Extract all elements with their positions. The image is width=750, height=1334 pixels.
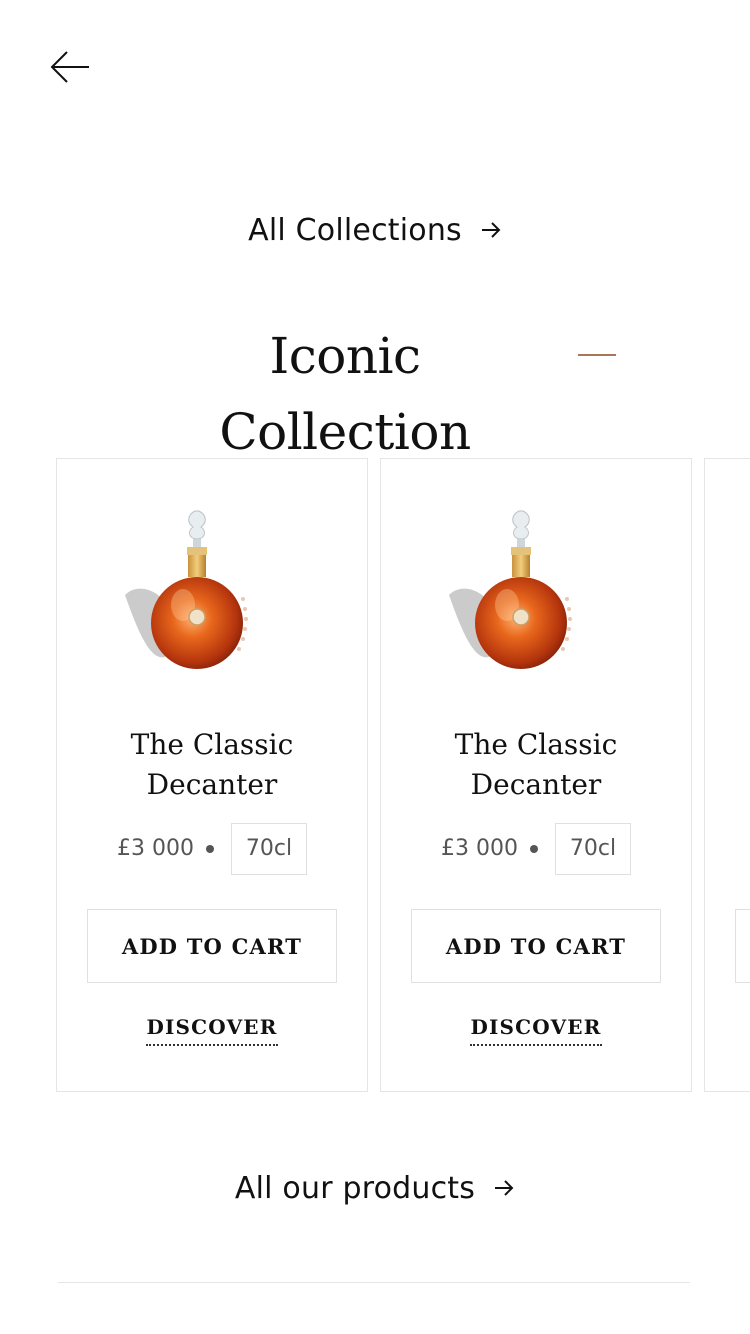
discover-link-wrap: DISCOVER bbox=[381, 1015, 691, 1046]
add-to-cart-button[interactable]: ADD TO CART bbox=[411, 909, 661, 983]
arrow-left-icon bbox=[50, 51, 89, 83]
back-button[interactable] bbox=[46, 44, 94, 90]
page-title: Iconic Collection bbox=[219, 327, 471, 461]
discover-link[interactable]: DISCOVER bbox=[146, 1015, 278, 1046]
add-to-cart-button[interactable]: ADD TO CART bbox=[87, 909, 337, 983]
product-name-line2: Decanter bbox=[146, 768, 278, 801]
all-products-link[interactable]: All our products bbox=[0, 1164, 750, 1212]
cognac-decanter-image bbox=[449, 510, 572, 669]
product-carousel[interactable]: The Classic Decanter £3 000 70cl ADD TO … bbox=[0, 458, 750, 1092]
discover-link-wrap: DISCOVER bbox=[57, 1015, 367, 1046]
product-meta: £3 000 70cl bbox=[57, 823, 367, 875]
product-name-line2: Decanter bbox=[470, 768, 602, 801]
product-price: £3 000 bbox=[117, 836, 194, 861]
product-card[interactable] bbox=[704, 458, 750, 1092]
volume-chip[interactable]: 70cl bbox=[231, 823, 307, 875]
section-header: Iconic Collection bbox=[0, 318, 750, 461]
title-accent-line bbox=[578, 354, 616, 356]
arrow-right-icon bbox=[480, 220, 502, 240]
product-name-line1: The Classic bbox=[454, 728, 618, 761]
discover-link[interactable]: DISCOVER bbox=[470, 1015, 602, 1046]
volume-chip[interactable]: 70cl bbox=[555, 823, 631, 875]
separator-dot bbox=[530, 845, 538, 853]
section-divider bbox=[58, 1282, 690, 1283]
product-price: £3 000 bbox=[441, 836, 518, 861]
product-name-line1: The Classic bbox=[130, 728, 294, 761]
all-collections-label: All Collections bbox=[248, 212, 462, 248]
arrow-right-icon bbox=[493, 1178, 515, 1198]
all-collections-link[interactable]: All Collections bbox=[0, 206, 750, 254]
separator-dot bbox=[206, 845, 214, 853]
add-to-cart-button[interactable] bbox=[735, 909, 750, 983]
cognac-decanter-image bbox=[125, 510, 248, 669]
product-name: The Classic Decanter bbox=[381, 725, 691, 805]
product-name: The Classic Decanter bbox=[57, 725, 367, 805]
product-meta: £3 000 70cl bbox=[381, 823, 691, 875]
product-card[interactable]: The Classic Decanter £3 000 70cl ADD TO … bbox=[380, 458, 692, 1092]
product-card[interactable]: The Classic Decanter £3 000 70cl ADD TO … bbox=[56, 458, 368, 1092]
all-products-label: All our products bbox=[234, 1170, 476, 1206]
